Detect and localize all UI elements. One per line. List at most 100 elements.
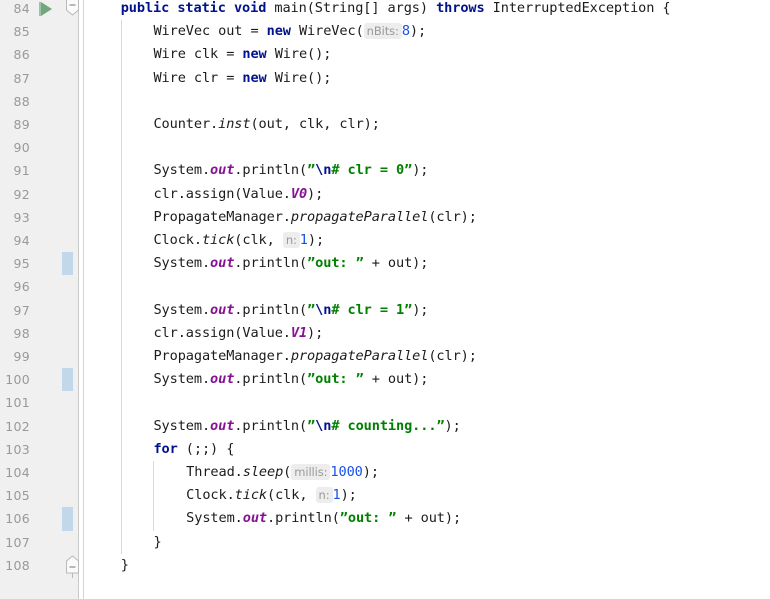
changed-line-marker[interactable] — [62, 507, 73, 531]
static-method-token: propagateParallel — [290, 208, 429, 225]
keyword-token: for — [153, 440, 178, 457]
code-token: .println( — [234, 255, 308, 272]
code-token: ); — [409, 23, 427, 40]
keyword-token: new — [242, 46, 267, 63]
string-literal: ” — [404, 301, 413, 318]
code-token: Counter. — [153, 116, 219, 132]
string-literal: # counting... — [331, 417, 437, 434]
string-literal: ”out: ” — [307, 255, 364, 272]
enum-constant-token: V1 — [290, 324, 308, 341]
code-line: System.out.println(”out: ” + out); — [153, 252, 428, 275]
escape-sequence: \n — [315, 162, 332, 179]
number-literal: 8 — [401, 23, 410, 40]
code-editor[interactable]: 84 85 86 87 88 89 90 91 92 93 94 95 96 97 98 99 100 101 10… — [0, 0, 770, 599]
code-line: clr.assign(Value.V1); — [153, 322, 323, 345]
string-literal: ” — [436, 417, 445, 434]
code-token: (clk, — [234, 232, 283, 248]
line-number: 100 — [5, 372, 30, 388]
parameter-hint-chip[interactable]: millis: — [291, 464, 331, 480]
code-token: ); — [362, 464, 379, 480]
code-token: Clock. — [186, 487, 235, 504]
code-token: Clock. — [153, 232, 202, 248]
string-literal: ” — [307, 301, 316, 318]
keyword-token: void — [233, 0, 267, 16]
static-method-token: tick — [201, 232, 235, 248]
code-token: PropagateManager. — [153, 348, 291, 364]
code-token: (clk, — [267, 487, 316, 504]
code-line: Wire clk = new Wire(); — [153, 43, 331, 66]
code-line: clr.assign(Value.V0); — [153, 183, 323, 206]
run-triangle-icon[interactable] — [39, 2, 53, 16]
code-token: ); — [307, 324, 324, 341]
static-field-token: out — [210, 162, 235, 179]
changed-line-marker[interactable] — [62, 252, 73, 276]
static-method-token: propagateParallel — [290, 348, 429, 364]
fold-marker-top[interactable] — [63, 0, 82, 20]
string-literal: ” — [404, 162, 413, 179]
code-token: clr.assign(Value. — [153, 324, 291, 341]
line-number: 107 — [5, 534, 30, 550]
code-token: Wire(); — [266, 46, 332, 63]
code-line: System.out.println(”out: ” + out); — [186, 507, 461, 530]
line-number: 87 — [13, 70, 30, 86]
keyword-token: static — [177, 0, 226, 16]
code-token: ); — [444, 417, 461, 434]
number-literal: 1 — [299, 232, 308, 248]
line-number: 101 — [5, 395, 30, 411]
code-token: ); — [340, 487, 357, 504]
code-token: + out); — [363, 371, 429, 388]
code-token: clr.assign(Value. — [153, 185, 291, 202]
code-token: .println( — [234, 301, 308, 318]
static-method-token: tick — [234, 487, 268, 504]
line-number: 90 — [13, 140, 30, 156]
parameter-hint-chip[interactable]: n: — [315, 487, 333, 504]
number-literal: 1 — [332, 487, 341, 504]
fold-marker-bottom[interactable] — [63, 554, 82, 578]
code-line: } — [121, 554, 129, 577]
code-token: (clr); — [428, 208, 477, 225]
line-number: 105 — [5, 488, 30, 504]
code-token: System. — [153, 162, 211, 179]
static-field-token: out — [210, 255, 235, 272]
line-number: 92 — [13, 186, 30, 202]
code-line: System.out.println(”\n# clr = 1”); — [153, 299, 428, 322]
code-token: + out); — [363, 255, 429, 272]
parameter-hint-chip[interactable]: nBits: — [363, 23, 402, 40]
code-token: InterruptedException { — [484, 0, 671, 16]
code-token: } — [120, 556, 129, 573]
code-token: (clr); — [428, 348, 477, 364]
code-line: Thread.sleep(millis: 1000); — [186, 461, 379, 484]
string-literal: ”out: ” — [307, 371, 364, 388]
line-number: 85 — [13, 24, 30, 40]
line-number: 96 — [13, 279, 30, 295]
enum-constant-token: V0 — [290, 185, 308, 202]
code-line: public static void main(String[] args) t… — [121, 0, 671, 20]
escape-sequence: \n — [315, 417, 332, 434]
code-line: Clock.tick(clk, n: 1); — [153, 229, 324, 252]
keyword-token: public — [120, 0, 170, 16]
parameter-hint-chip[interactable]: n: — [282, 232, 300, 248]
code-token: main(String[] args) — [266, 0, 437, 16]
code-line: PropagateManager.propagateParallel(clr); — [153, 345, 476, 368]
string-literal: # clr = 0 — [331, 162, 405, 179]
code-token: .println( — [267, 510, 340, 527]
changed-line-marker[interactable] — [62, 368, 73, 392]
keyword-token: new — [242, 69, 267, 86]
code-token: WireVec( — [290, 23, 364, 40]
static-method-token: inst — [218, 116, 251, 132]
code-area[interactable]: public static void main(String[] args) t… — [84, 0, 770, 599]
code-token: Wire clr = — [153, 69, 243, 86]
code-token: WireVec out = — [153, 23, 267, 40]
line-number: 102 — [5, 418, 30, 434]
line-number: 88 — [13, 93, 30, 109]
line-number: 89 — [13, 117, 30, 132]
code-token: Wire(); — [266, 69, 332, 86]
line-number: 103 — [5, 441, 30, 457]
string-literal: ”out: ” — [339, 510, 397, 527]
static-method-token: sleep — [242, 464, 284, 480]
static-field-token: out — [210, 301, 235, 318]
line-number: 91 — [13, 163, 30, 179]
code-token: ); — [412, 162, 429, 179]
code-token: Wire clk = — [153, 46, 243, 63]
